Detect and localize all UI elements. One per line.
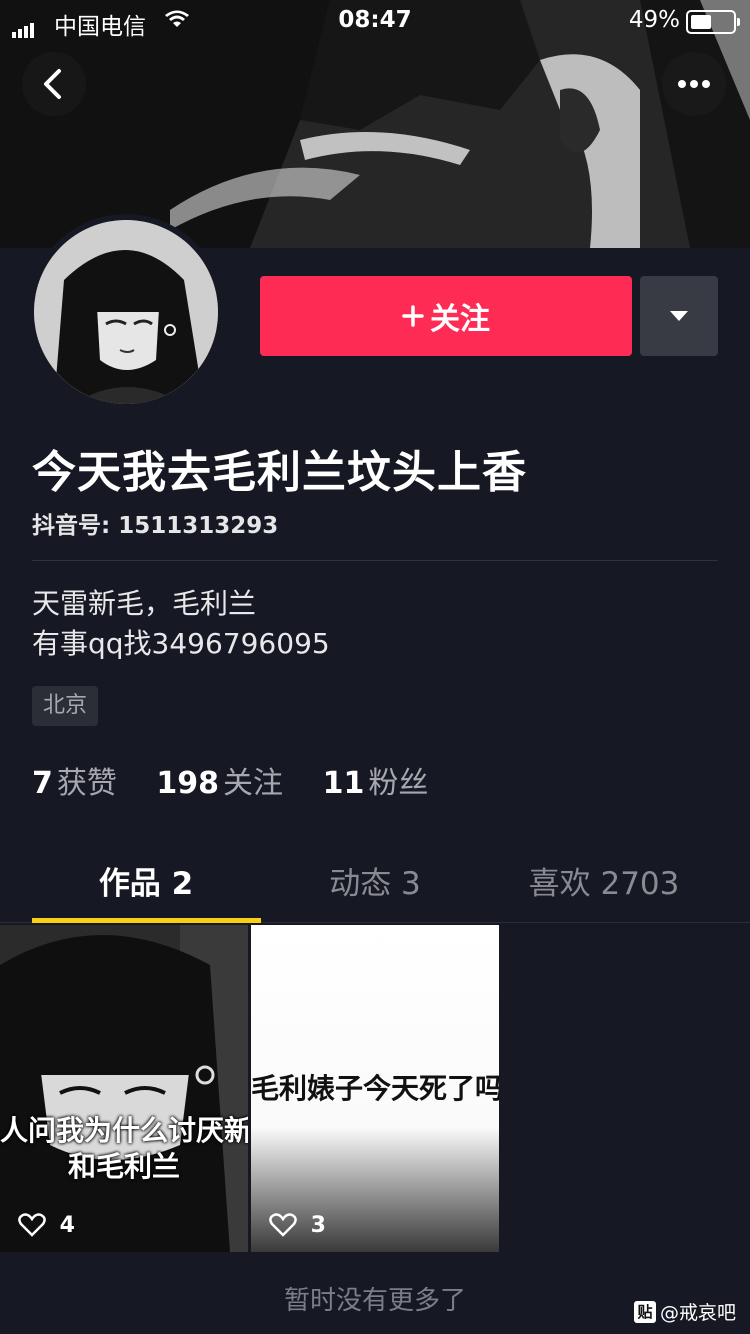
recommend-dropdown-button[interactable] <box>640 276 718 356</box>
video-like-count: 4 <box>18 1212 75 1238</box>
watermark-text: @戒哀吧 <box>659 1302 736 1324</box>
tab-likes[interactable]: 喜欢 2703 <box>490 858 718 903</box>
video-like-count: 3 <box>269 1212 326 1238</box>
like-count-value: 3 <box>310 1212 326 1238</box>
profile-stats: 7 获赞 198 关注 11 粉丝 <box>32 758 458 802</box>
avatar-image <box>34 220 218 404</box>
caption-line: 人问我为什么讨厌新 <box>0 1114 248 1147</box>
watermark: 贴 @戒哀吧 <box>633 1298 736 1325</box>
chevron-left-icon <box>44 69 61 99</box>
follow-button-label: 关注 <box>430 302 490 337</box>
tieba-logo-icon: 贴 <box>633 1300 656 1323</box>
profile-bio: 天雷新毛，毛利兰 有事qq找3496796095 <box>32 584 330 664</box>
battery-percent: 49% <box>628 7 680 33</box>
video-caption: 毛利婊子今天死了吗 <box>251 1071 499 1107</box>
back-button[interactable] <box>22 52 86 116</box>
followers-label: 粉丝 <box>368 766 429 801</box>
caption-line: 毛利婊子今天死了吗 <box>251 1072 499 1105</box>
likes-stat: 7 获赞 <box>32 758 117 802</box>
followers-stat[interactable]: 11 粉丝 <box>323 758 429 802</box>
battery-icon <box>686 10 740 34</box>
video-caption: 人问我为什么讨厌新 和毛利兰 <box>0 1113 248 1185</box>
heart-icon <box>269 1213 297 1237</box>
tab-works[interactable]: 作品 2 <box>32 858 260 903</box>
like-count-value: 4 <box>59 1212 75 1238</box>
tab-moments[interactable]: 动态 3 <box>261 858 489 903</box>
likes-count: 7 <box>32 766 53 801</box>
following-count: 198 <box>156 766 220 801</box>
more-button[interactable] <box>662 52 726 116</box>
following-label: 关注 <box>223 766 284 801</box>
followers-count: 11 <box>322 766 365 801</box>
video-cover-image <box>0 925 248 1252</box>
divider <box>32 560 718 561</box>
status-bar: 中国电信 08:47 49% <box>0 0 750 40</box>
profile-nickname: 今天我去毛利兰坟头上香 <box>32 447 527 498</box>
more-dots-icon <box>678 80 710 88</box>
video-thumbnail[interactable]: 毛利婊子今天死了吗 3 <box>251 925 499 1252</box>
follow-button[interactable]: 关注 <box>260 276 632 356</box>
likes-label: 获赞 <box>56 766 117 801</box>
avatar[interactable] <box>28 214 224 410</box>
content-tabs: 作品 2 动态 3 喜欢 2703 <box>32 858 718 920</box>
active-tab-indicator <box>32 918 261 923</box>
bio-line: 天雷新毛，毛利兰 <box>32 587 257 620</box>
heart-icon <box>18 1213 46 1237</box>
plus-icon <box>402 305 424 327</box>
caption-line: 和毛利兰 <box>67 1150 180 1183</box>
video-thumbnail[interactable]: 人问我为什么讨厌新 和毛利兰 4 <box>0 925 248 1252</box>
following-stat[interactable]: 198 关注 <box>156 758 283 802</box>
douyin-id: 抖音号: 1511313293 <box>32 513 279 539</box>
location-tag: 北京 <box>32 686 99 726</box>
bio-line: 有事qq找3496796095 <box>32 627 330 660</box>
